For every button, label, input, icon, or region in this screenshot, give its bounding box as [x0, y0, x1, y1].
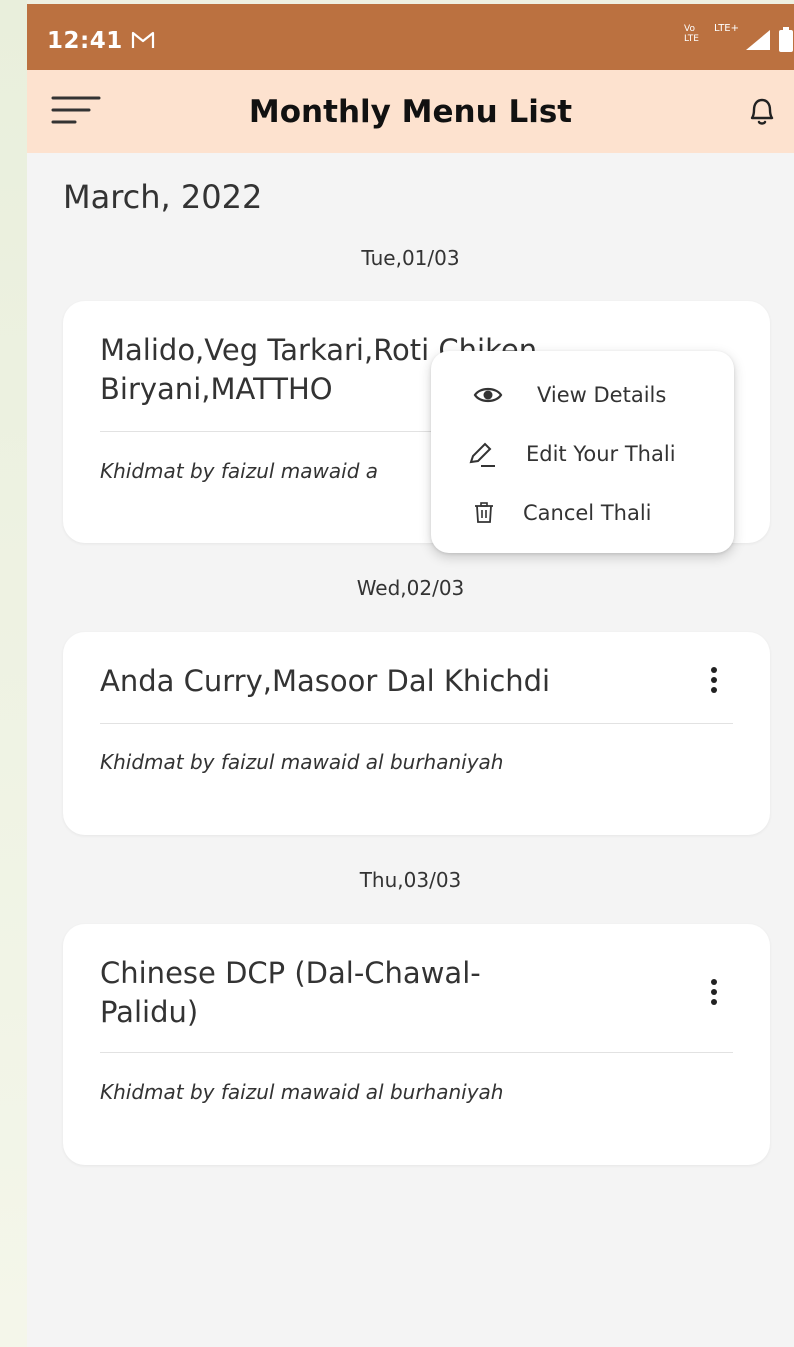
bell-icon[interactable] [744, 94, 780, 130]
menu-card[interactable]: Chinese DCP (Dal-Chawal- Palidu) Khidmat… [63, 924, 770, 1165]
date-label: Wed,02/03 [356, 576, 465, 600]
menu-item-cancel-thali[interactable]: Cancel Thali [431, 485, 734, 541]
status-indicators: Vo LTE LTE+ [684, 24, 794, 54]
trash-icon [475, 502, 493, 523]
context-menu: View Details Edit Your Thali Cancel Thal… [431, 351, 734, 553]
menu-card[interactable]: Anda Curry,Masoor Dal Khichdi Khidmat by… [63, 632, 770, 835]
volte-indicator: Vo LTE [684, 24, 699, 44]
menu-card-subtitle: Khidmat by faizul mawaid al burhaniyah [100, 750, 504, 774]
eye-icon [473, 387, 503, 403]
menu-item-view-details[interactable]: View Details [431, 367, 734, 423]
menu-card-subtitle: Khidmat by faizul mawaid a [100, 459, 379, 483]
date-label: Tue,01/03 [361, 246, 460, 270]
menu-card-title: Anda Curry,Masoor Dal Khichdi [100, 664, 551, 698]
background-strip [0, 0, 27, 1347]
status-bar: 12:41 Vo LTE LTE+ [27, 4, 794, 70]
signal-icon [746, 30, 770, 50]
card-divider [100, 723, 733, 724]
menu-item-label: View Details [537, 383, 667, 407]
menu-card-title-line: Palidu) [100, 995, 199, 1029]
date-label: Thu,03/03 [359, 868, 462, 892]
menu-item-edit-thali[interactable]: Edit Your Thali [431, 426, 734, 482]
lte-indicator: LTE+ [714, 23, 739, 34]
app-bar: Monthly Menu List [27, 70, 794, 153]
more-options-icon[interactable] [702, 976, 726, 1016]
menu-item-label: Edit Your Thali [526, 442, 676, 466]
menu-item-label: Cancel Thali [523, 501, 652, 525]
menu-card-title-line: Chinese DCP (Dal-Chawal- [100, 956, 481, 990]
more-options-icon[interactable] [702, 664, 726, 704]
menu-card-subtitle: Khidmat by faizul mawaid al burhaniyah [100, 1080, 504, 1104]
card-divider [100, 1052, 733, 1053]
pencil-icon [469, 442, 495, 467]
menu-card-title: Chinese DCP (Dal-Chawal- Palidu) [100, 954, 660, 1032]
status-time: 12:41 [47, 28, 123, 54]
page-title: Monthly Menu List [248, 94, 573, 130]
battery-icon [779, 27, 793, 52]
gmail-icon [131, 31, 155, 48]
month-title: March, 2022 [63, 178, 263, 216]
phone-screen: 12:41 Vo LTE LTE+ Monthly Menu List Marc… [27, 4, 794, 1347]
